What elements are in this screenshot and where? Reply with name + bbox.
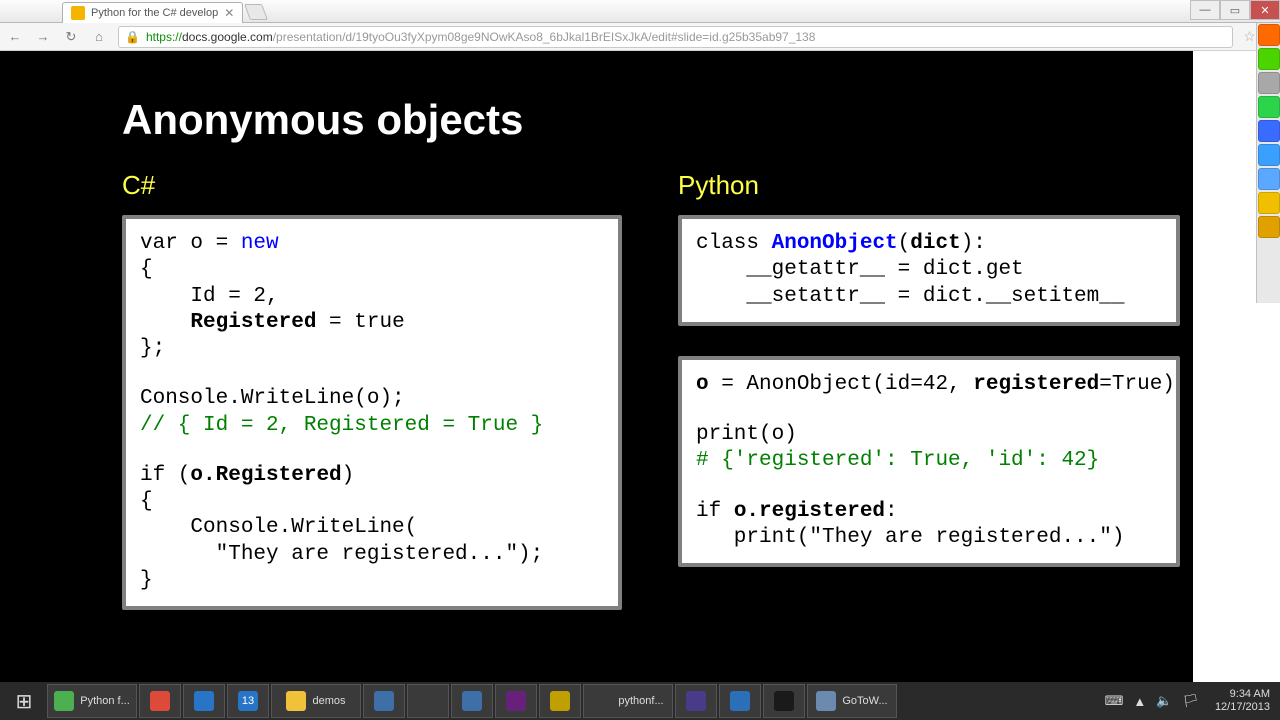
clock-date: 12/17/2013 bbox=[1215, 701, 1270, 714]
extension-sidebar bbox=[1256, 23, 1280, 303]
tray-keyboard-icon[interactable]: ⌨ bbox=[1105, 693, 1124, 709]
task-chrome[interactable]: Python f... bbox=[47, 684, 137, 718]
browser-toolbar: ← → ↻ ⌂ 🔒 https://docs.google.com/presen… bbox=[0, 23, 1280, 51]
task-app-7[interactable] bbox=[407, 684, 449, 718]
forward-button[interactable]: → bbox=[34, 29, 52, 44]
tray-volume-icon[interactable]: 🔈 bbox=[1156, 693, 1172, 709]
slides-favicon bbox=[71, 6, 85, 20]
system-tray[interactable]: ⌨ ▲ 🔈 🏳 bbox=[1097, 693, 1207, 709]
back-button[interactable]: ← bbox=[6, 29, 24, 44]
browser-tab[interactable]: Python for the C# develop ✕ bbox=[62, 2, 243, 23]
task-pandora[interactable] bbox=[719, 684, 761, 718]
tab-title: Python for the C# develop bbox=[91, 7, 218, 19]
task-pythonf[interactable]: pythonf... bbox=[583, 684, 673, 718]
task-calendar[interactable]: 13 bbox=[227, 684, 269, 718]
task-gmail[interactable] bbox=[139, 684, 181, 718]
task-visualstudio[interactable] bbox=[495, 684, 537, 718]
ext-icon-3[interactable] bbox=[1258, 72, 1280, 94]
ext-icon-5[interactable] bbox=[1258, 120, 1280, 142]
window-minimize[interactable]: — bbox=[1190, 0, 1220, 20]
ext-icon-6[interactable] bbox=[1258, 144, 1280, 166]
tray-flag-icon[interactable]: 🏳 bbox=[1182, 693, 1199, 709]
slide-viewport: Anonymous objects C# var o = new { Id = … bbox=[0, 51, 1193, 682]
task-explorer[interactable]: demos bbox=[271, 684, 361, 718]
window-maximize[interactable]: ▭ bbox=[1220, 0, 1250, 20]
task-app-8[interactable] bbox=[451, 684, 493, 718]
task-pycharm[interactable] bbox=[539, 684, 581, 718]
window-titlebar: Python for the C# develop ✕ — ▭ ✕ bbox=[0, 0, 1280, 23]
clock-time: 9:34 AM bbox=[1215, 688, 1270, 701]
task-eclipse[interactable] bbox=[675, 684, 717, 718]
task-word[interactable] bbox=[183, 684, 225, 718]
url-scheme: https:// bbox=[146, 30, 182, 44]
csharp-code: var o = new { Id = 2, Registered = true … bbox=[122, 215, 622, 610]
csharp-label: C# bbox=[122, 170, 622, 201]
task-app-6[interactable] bbox=[363, 684, 405, 718]
ext-icon-9[interactable] bbox=[1258, 216, 1280, 238]
window-close[interactable]: ✕ bbox=[1250, 0, 1280, 20]
ext-icon-7[interactable] bbox=[1258, 168, 1280, 190]
start-button[interactable]: ⊞ bbox=[3, 684, 45, 718]
tab-close-icon[interactable]: ✕ bbox=[224, 6, 234, 20]
new-tab-button[interactable] bbox=[244, 4, 268, 20]
ext-icon-4[interactable] bbox=[1258, 96, 1280, 118]
ext-icon-8[interactable] bbox=[1258, 192, 1280, 214]
python-code-class: class AnonObject(dict): __getattr__ = di… bbox=[678, 215, 1180, 326]
address-bar[interactable]: 🔒 https://docs.google.com/presentation/d… bbox=[118, 26, 1233, 48]
taskbar: ⊞ Python f... 13 demos pythonf... GoToW.… bbox=[0, 682, 1280, 720]
task-cmd[interactable] bbox=[763, 684, 805, 718]
slide-title: Anonymous objects bbox=[122, 96, 1172, 144]
ext-icon-2[interactable] bbox=[1258, 48, 1280, 70]
url-host: docs.google.com bbox=[182, 30, 273, 44]
ext-icon-1[interactable] bbox=[1258, 24, 1280, 46]
taskbar-clock[interactable]: 9:34 AM 12/17/2013 bbox=[1207, 688, 1278, 714]
reload-button[interactable]: ↻ bbox=[62, 29, 80, 45]
python-code-usage: o = AnonObject(id=42, registered=True) p… bbox=[678, 356, 1180, 567]
home-button[interactable]: ⌂ bbox=[90, 29, 108, 44]
python-label: Python bbox=[678, 170, 1180, 201]
tray-chevron-icon[interactable]: ▲ bbox=[1133, 694, 1146, 709]
url-path: /presentation/d/19tyoOu3fyXpym08ge9NOwKA… bbox=[273, 30, 816, 44]
lock-icon: 🔒 bbox=[125, 30, 140, 44]
task-gotowebinar[interactable]: GoToW... bbox=[807, 684, 897, 718]
bookmark-icon[interactable]: ☆ bbox=[1243, 28, 1256, 45]
